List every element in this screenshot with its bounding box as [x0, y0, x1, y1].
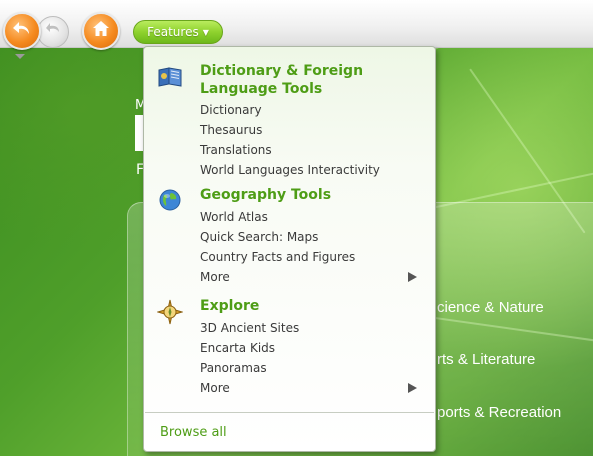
menu-item-encarta-kids[interactable]: Encarta Kids — [200, 341, 275, 355]
menu-item-translations[interactable]: Translations — [200, 143, 272, 157]
forward-button[interactable] — [37, 16, 69, 48]
menu-item-dictionary[interactable]: Dictionary — [200, 103, 262, 117]
section-title-dictionary[interactable]: Dictionary & Foreign Language Tools — [200, 62, 425, 98]
home-icon — [91, 19, 111, 43]
menu-item-3d-ancient-sites[interactable]: 3D Ancient Sites — [200, 321, 299, 335]
section-title-geography[interactable]: Geography Tools — [200, 186, 425, 204]
globe-icon — [158, 188, 182, 212]
chevron-down-icon: ▼ — [202, 27, 209, 37]
menu-item-thesaurus[interactable]: Thesaurus — [200, 123, 262, 137]
features-dropdown-menu: Dictionary & Foreign Language Tools Dict… — [143, 46, 436, 452]
submenu-arrow-icon[interactable] — [408, 272, 417, 282]
menu-item-quick-search-maps[interactable]: Quick Search: Maps — [200, 230, 318, 244]
category-link-arts-literature[interactable]: rts & Literature — [437, 351, 535, 368]
home-button[interactable] — [82, 12, 120, 50]
features-menu-button[interactable]: Features ▼ — [133, 20, 223, 44]
menu-item-explore-more[interactable]: More — [200, 381, 230, 395]
toolbar: Features ▼ — [0, 0, 593, 50]
category-link-science-nature[interactable]: cience & Nature — [437, 299, 544, 316]
submenu-arrow-icon[interactable] — [408, 383, 417, 393]
menu-divider — [145, 412, 434, 413]
menu-item-geography-more[interactable]: More — [200, 270, 230, 284]
menu-item-country-facts[interactable]: Country Facts and Figures — [200, 250, 355, 264]
history-dropdown-arrow-icon[interactable] — [15, 54, 25, 59]
features-label: Features — [147, 25, 199, 39]
dictionary-book-icon — [157, 64, 182, 88]
menu-item-panoramas[interactable]: Panoramas — [200, 361, 267, 375]
browse-all-link[interactable]: Browse all — [160, 425, 227, 440]
menu-item-world-atlas[interactable]: World Atlas — [200, 210, 268, 224]
back-arrow-icon — [11, 18, 33, 44]
compass-icon — [156, 299, 184, 325]
menu-item-world-languages[interactable]: World Languages Interactivity — [200, 163, 380, 177]
forward-arrow-icon — [44, 21, 62, 43]
back-button[interactable] — [3, 12, 41, 50]
category-link-sports-recreation[interactable]: ports & Recreation — [437, 404, 561, 421]
section-title-explore[interactable]: Explore — [200, 297, 425, 315]
